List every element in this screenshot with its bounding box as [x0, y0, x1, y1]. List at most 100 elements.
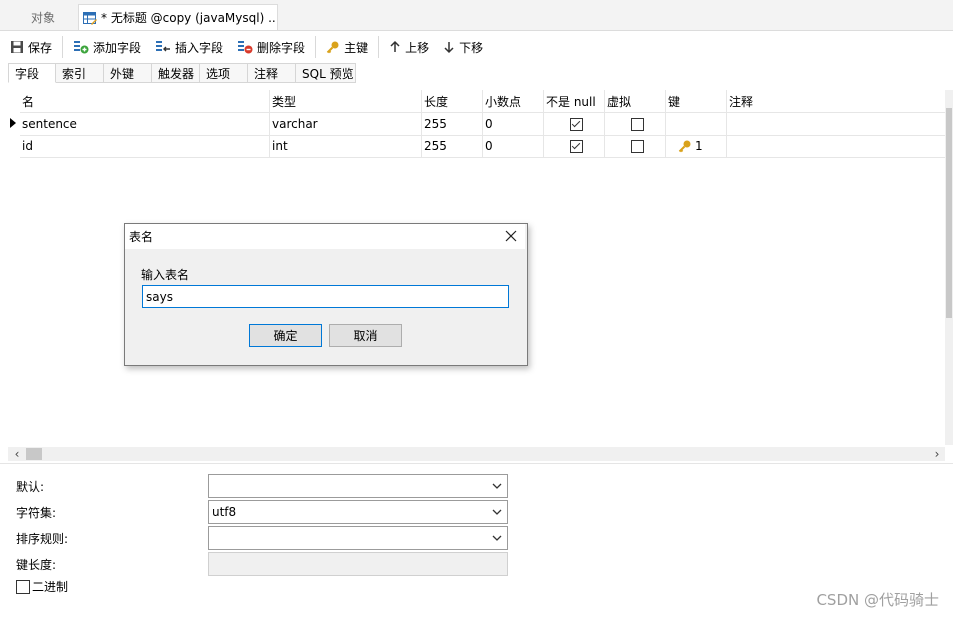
- delete-field-label: 删除字段: [257, 40, 306, 55]
- cell-virtual: [605, 113, 666, 135]
- key-order: 1: [695, 139, 703, 153]
- subtab-fields[interactable]: 字段: [8, 63, 56, 83]
- cell-type[interactable]: int: [270, 135, 422, 157]
- scroll-left-icon[interactable]: ‹: [10, 447, 24, 461]
- key-length-label: 键长度:: [16, 557, 57, 572]
- cell-name[interactable]: sentence: [20, 113, 270, 135]
- header-comment: 注释: [729, 94, 754, 109]
- subtab-bar: 字段 索引 外键 触发器 选项 注释 SQL 预览: [8, 63, 356, 84]
- move-up-button[interactable]: 上移: [385, 35, 433, 59]
- current-row-indicator: [10, 118, 16, 128]
- tab-table-design[interactable]: * 无标题 @copy (javaMysql) ...: [78, 4, 278, 30]
- add-field-icon: [74, 41, 89, 54]
- header-name: 名: [20, 90, 270, 112]
- add-field-label: 添加字段: [93, 40, 142, 55]
- ok-button[interactable]: 确定: [249, 324, 322, 347]
- primary-key-icon: [678, 140, 691, 153]
- dialog-prompt: 输入表名: [141, 268, 190, 282]
- cell-comment[interactable]: [727, 113, 945, 135]
- toolbar-separator: [62, 36, 64, 58]
- cell-length[interactable]: 255: [422, 113, 483, 135]
- table-name-input[interactable]: says: [142, 285, 509, 308]
- save-label: 保存: [28, 40, 53, 55]
- cell-name[interactable]: id: [20, 135, 270, 157]
- cell-comment[interactable]: [727, 135, 945, 157]
- not-null-checkbox[interactable]: [570, 117, 583, 131]
- dialog-titlebar: 表名: [125, 224, 525, 249]
- default-label: 默认:: [16, 479, 45, 494]
- key-icon: [326, 41, 339, 54]
- toolbar: 保存 添加字段 插入字段 删除字段 主键 上移 下移: [0, 31, 953, 63]
- charset-select[interactable]: utf8: [208, 500, 508, 524]
- delete-field-icon: [238, 41, 253, 54]
- toolbar-separator: [378, 36, 380, 58]
- charset-value: utf8: [212, 505, 237, 519]
- chevron-down-icon: [492, 483, 502, 489]
- insert-field-icon: [156, 41, 171, 52]
- charset-label: 字符集:: [16, 505, 57, 520]
- subtab-sql-preview[interactable]: SQL 预览: [296, 63, 356, 83]
- key-length-field: [208, 552, 508, 576]
- arrow-up-icon: [390, 40, 400, 52]
- header-type: 类型: [270, 90, 422, 112]
- cell-length[interactable]: 255: [422, 135, 483, 157]
- dialog-title: 表名: [129, 230, 154, 244]
- horizontal-scrollbar[interactable]: [8, 447, 945, 461]
- cell-key[interactable]: 1: [666, 135, 727, 157]
- binary-label: 二进制: [32, 580, 69, 594]
- horizontal-scroll-thumb[interactable]: [26, 448, 42, 460]
- virtual-checkbox[interactable]: [631, 117, 644, 131]
- subtab-triggers[interactable]: 触发器: [152, 63, 200, 83]
- move-down-label: 下移: [459, 40, 484, 55]
- cancel-button[interactable]: 取消: [329, 324, 402, 347]
- chevron-down-icon: [492, 509, 502, 515]
- cell-type[interactable]: varchar: [270, 113, 422, 135]
- subtab-options[interactable]: 选项: [200, 63, 248, 83]
- move-down-button[interactable]: 下移: [439, 35, 487, 59]
- watermark: CSDN @代码骑士: [816, 591, 939, 609]
- header-length: 长度: [422, 90, 483, 112]
- cell-virtual: [605, 135, 666, 157]
- cell-not-null: [544, 135, 605, 157]
- primary-key-button[interactable]: 主键: [322, 35, 372, 59]
- not-null-checkbox[interactable]: [570, 139, 583, 153]
- save-icon: [11, 41, 23, 53]
- table-name-dialog: 表名 输入表名 says 确定 取消: [124, 223, 528, 366]
- collation-select[interactable]: [208, 526, 508, 550]
- grid-header: 名 类型 长度 小数点 不是 null 虚拟 键 注释: [20, 90, 945, 113]
- toolbar-separator: [315, 36, 317, 58]
- insert-field-button[interactable]: 插入字段: [151, 35, 227, 59]
- virtual-checkbox[interactable]: [631, 139, 644, 153]
- subtab-comment[interactable]: 注释: [248, 63, 296, 83]
- save-button[interactable]: 保存: [6, 35, 56, 59]
- default-select[interactable]: [208, 474, 508, 498]
- collation-label: 排序规则:: [16, 531, 69, 546]
- delete-field-button[interactable]: 删除字段: [233, 35, 309, 59]
- cell-decimal[interactable]: 0: [483, 135, 544, 157]
- table-row[interactable]: id int 255 0 1: [20, 135, 945, 158]
- scroll-right-icon[interactable]: ›: [930, 447, 944, 461]
- header-decimal: 小数点: [483, 90, 544, 112]
- subtab-foreign-keys[interactable]: 外键: [104, 63, 152, 83]
- add-field-button[interactable]: 添加字段: [69, 35, 145, 59]
- header-virtual: 虚拟: [605, 90, 666, 112]
- cell-not-null: [544, 113, 605, 135]
- chevron-down-icon: [492, 535, 502, 541]
- table-design-icon: [83, 11, 97, 25]
- cell-key[interactable]: [666, 113, 727, 135]
- header-not-null: 不是 null: [544, 90, 605, 112]
- subtab-indexes[interactable]: 索引: [56, 63, 104, 83]
- table-row[interactable]: sentence varchar 255 0: [20, 113, 945, 136]
- primary-key-label: 主键: [344, 40, 369, 55]
- divider: [0, 463, 953, 464]
- move-up-label: 上移: [405, 40, 430, 55]
- vertical-scroll-thumb[interactable]: [946, 108, 952, 318]
- tab-title: * 无标题 @copy (javaMysql) ...: [101, 11, 278, 25]
- arrow-down-icon: [444, 42, 454, 54]
- close-icon[interactable]: [503, 228, 519, 244]
- cell-decimal[interactable]: 0: [483, 113, 544, 135]
- tab-objects[interactable]: 对象: [8, 4, 78, 30]
- header-key: 键: [666, 90, 727, 112]
- binary-checkbox[interactable]: [16, 580, 30, 594]
- insert-field-label: 插入字段: [175, 40, 224, 55]
